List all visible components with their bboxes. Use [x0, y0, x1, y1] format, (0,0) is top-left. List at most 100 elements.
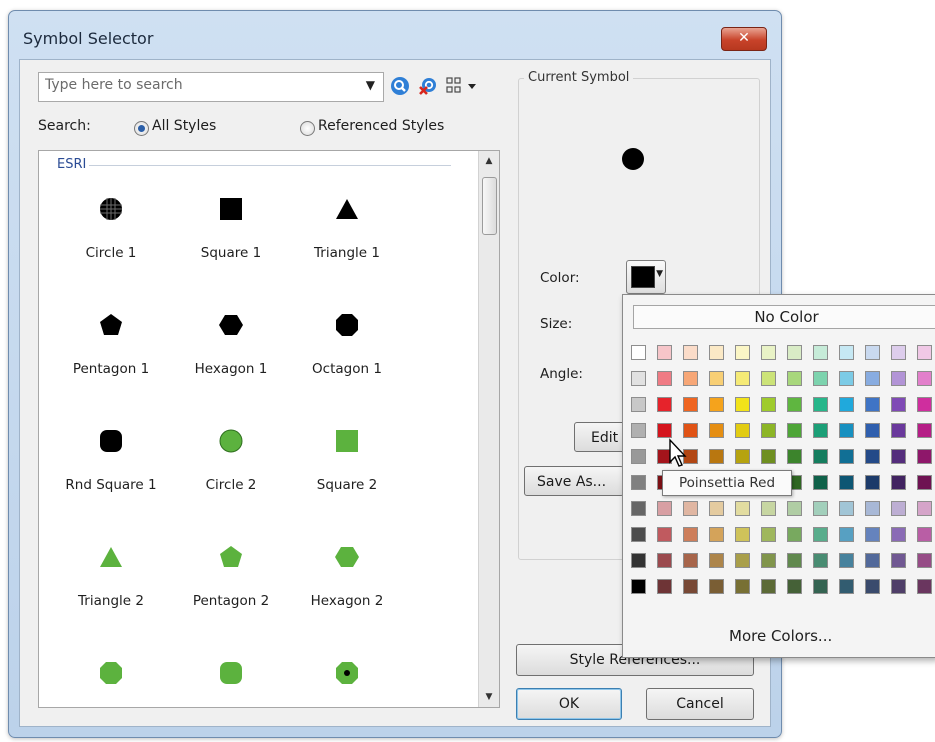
color-swatch[interactable]: [683, 345, 698, 360]
color-swatch[interactable]: [839, 449, 854, 464]
view-options-icon[interactable]: [446, 76, 478, 96]
color-swatch[interactable]: [631, 371, 646, 386]
color-swatch[interactable]: [891, 579, 906, 594]
color-swatch[interactable]: [787, 423, 802, 438]
color-swatch[interactable]: [839, 579, 854, 594]
color-swatch[interactable]: [917, 423, 932, 438]
color-swatch[interactable]: [891, 371, 906, 386]
color-swatch[interactable]: [891, 345, 906, 360]
color-swatch[interactable]: [657, 501, 672, 516]
color-swatch[interactable]: [631, 501, 646, 516]
symbol-item[interactable]: Circle 1: [61, 185, 161, 295]
color-swatch[interactable]: [865, 397, 880, 412]
symbol-item[interactable]: Circle 2: [181, 417, 281, 527]
color-swatch[interactable]: [839, 501, 854, 516]
color-swatch[interactable]: [735, 553, 750, 568]
symbol-item[interactable]: Square 2: [297, 417, 397, 527]
color-swatch[interactable]: [787, 449, 802, 464]
color-swatch[interactable]: [865, 449, 880, 464]
symbol-item[interactable]: Hexagon 1: [181, 301, 281, 411]
scroll-down-icon[interactable]: ▼: [479, 687, 499, 707]
color-swatch[interactable]: [631, 397, 646, 412]
scroll-thumb[interactable]: [482, 177, 497, 235]
clear-search-icon[interactable]: [418, 76, 438, 96]
color-swatch[interactable]: [891, 397, 906, 412]
color-swatch[interactable]: [891, 553, 906, 568]
color-swatch[interactable]: [709, 553, 724, 568]
color-swatch[interactable]: [761, 345, 776, 360]
color-swatch[interactable]: [839, 371, 854, 386]
symbol-item[interactable]: Triangle 1: [297, 185, 397, 295]
color-swatch[interactable]: [813, 423, 828, 438]
color-swatch[interactable]: [865, 371, 880, 386]
color-swatch[interactable]: [787, 553, 802, 568]
color-swatch[interactable]: [683, 423, 698, 438]
color-swatch[interactable]: [787, 397, 802, 412]
symbol-item[interactable]: [61, 649, 161, 707]
color-swatch[interactable]: [735, 345, 750, 360]
color-swatch[interactable]: [761, 501, 776, 516]
color-swatch[interactable]: [839, 423, 854, 438]
symbol-item[interactable]: Pentagon 1: [61, 301, 161, 411]
color-swatch[interactable]: [735, 397, 750, 412]
color-swatch[interactable]: [683, 501, 698, 516]
color-swatch[interactable]: [735, 371, 750, 386]
color-swatch[interactable]: [761, 371, 776, 386]
color-swatch[interactable]: [709, 397, 724, 412]
color-swatch[interactable]: [657, 397, 672, 412]
color-swatch[interactable]: [787, 371, 802, 386]
color-swatch[interactable]: [917, 579, 932, 594]
color-swatch[interactable]: [865, 527, 880, 542]
color-swatch[interactable]: [813, 345, 828, 360]
color-swatch[interactable]: [709, 527, 724, 542]
cancel-button[interactable]: Cancel: [646, 688, 754, 720]
color-swatch[interactable]: [631, 579, 646, 594]
color-swatch[interactable]: [917, 475, 932, 490]
symbol-item[interactable]: Triangle 2: [61, 533, 161, 643]
symbol-list[interactable]: ESRI Circle 1 Square 1 Triangle 1 Pentagon …: [38, 150, 500, 708]
color-swatch[interactable]: [735, 501, 750, 516]
title-bar[interactable]: Symbol Selector ✕: [9, 11, 781, 59]
color-swatch[interactable]: [683, 371, 698, 386]
color-swatch[interactable]: [657, 553, 672, 568]
referenced-styles-label[interactable]: Referenced Styles: [318, 118, 444, 134]
color-swatch[interactable]: [657, 371, 672, 386]
color-swatch[interactable]: [631, 345, 646, 360]
color-swatch[interactable]: [631, 553, 646, 568]
color-swatch[interactable]: [865, 345, 880, 360]
scroll-up-icon[interactable]: ▲: [479, 151, 499, 171]
symbol-item[interactable]: Rnd Square 1: [61, 417, 161, 527]
color-swatch[interactable]: [813, 397, 828, 412]
color-swatch[interactable]: [657, 423, 672, 438]
color-swatch[interactable]: [735, 449, 750, 464]
color-swatch[interactable]: [839, 475, 854, 490]
color-swatch[interactable]: [735, 579, 750, 594]
ok-button[interactable]: OK: [516, 688, 622, 720]
color-swatch[interactable]: [761, 527, 776, 542]
color-swatch[interactable]: [683, 579, 698, 594]
color-swatch[interactable]: [709, 423, 724, 438]
color-swatch[interactable]: [917, 527, 932, 542]
color-swatch[interactable]: [761, 449, 776, 464]
color-swatch[interactable]: [917, 501, 932, 516]
symbol-list-scrollbar[interactable]: ▲ ▼: [478, 151, 499, 707]
symbol-item[interactable]: Hexagon 2: [297, 533, 397, 643]
color-swatch[interactable]: [813, 449, 828, 464]
color-swatch[interactable]: [865, 553, 880, 568]
color-swatch[interactable]: [839, 527, 854, 542]
color-swatch[interactable]: [761, 423, 776, 438]
search-icon[interactable]: [390, 76, 410, 96]
color-swatch[interactable]: [761, 397, 776, 412]
color-swatch[interactable]: [891, 527, 906, 542]
color-swatch[interactable]: [917, 371, 932, 386]
color-swatch[interactable]: [813, 527, 828, 542]
color-swatch[interactable]: [709, 501, 724, 516]
color-swatch[interactable]: [683, 553, 698, 568]
color-swatch[interactable]: [683, 397, 698, 412]
color-swatch[interactable]: [657, 527, 672, 542]
color-swatch[interactable]: [813, 553, 828, 568]
color-swatch[interactable]: [735, 423, 750, 438]
color-swatch[interactable]: [813, 371, 828, 386]
color-swatch[interactable]: [917, 397, 932, 412]
color-swatch[interactable]: [761, 553, 776, 568]
